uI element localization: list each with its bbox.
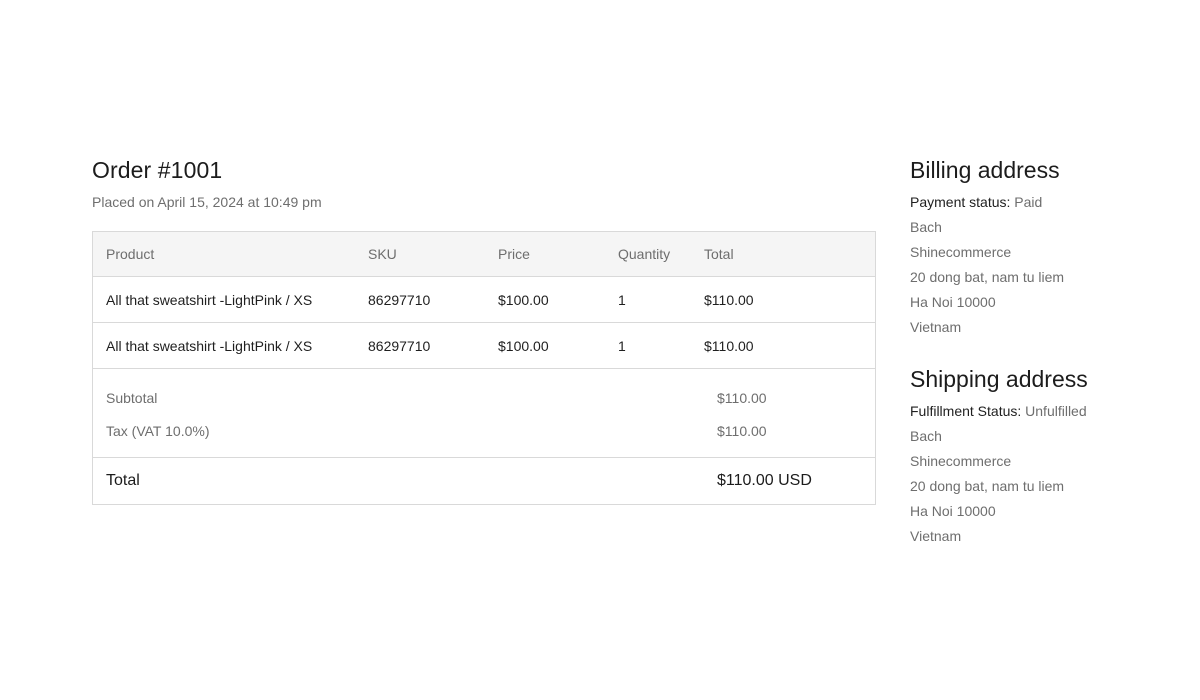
column-header-total: Total <box>704 246 734 262</box>
billing-address: Billing address Payment status: Paid Bac… <box>910 155 1180 340</box>
column-header-product: Product <box>106 246 155 262</box>
grand-total-row: Total $110.00 USD <box>93 458 875 504</box>
tax-label: Tax (VAT 10.0%) <box>106 422 210 439</box>
order-title: Order #1001 <box>92 157 223 183</box>
table-row: All that sweatshirt -LightPink / XS 8629… <box>93 323 875 369</box>
cell-price: $100.00 <box>498 337 549 354</box>
shipping-line-street: 20 dong bat, nam tu liem <box>910 478 1065 494</box>
billing-title: Billing address <box>910 157 1060 183</box>
subtotal-value: $110.00 <box>717 389 767 406</box>
subtotal-label: Subtotal <box>106 389 158 406</box>
payment-status: Payment status: Paid <box>910 190 1180 215</box>
cell-quantity: 1 <box>618 291 626 308</box>
grand-total-label: Total <box>106 472 140 489</box>
table-row: All that sweatshirt -LightPink / XS 8629… <box>93 277 875 323</box>
address-sidebar: Billing address Payment status: Paid Bac… <box>910 155 1180 549</box>
shipping-line-country: Vietnam <box>910 528 962 544</box>
cell-sku: 86297710 <box>368 291 431 308</box>
column-header-quantity: Quantity <box>618 246 671 262</box>
column-header-price: Price <box>498 246 530 262</box>
shipping-line-name: Bach <box>910 428 942 444</box>
fulfillment-status: Fulfillment Status: Unfulfilled <box>910 399 1180 424</box>
shipping-title: Shipping address <box>910 366 1088 392</box>
cell-product: All that sweatshirt -LightPink / XS <box>106 337 313 354</box>
billing-line-country: Vietnam <box>910 319 962 335</box>
subtotal-row: Subtotal $110.00 <box>93 381 875 414</box>
billing-line-city: Ha Noi 10000 <box>910 294 996 310</box>
cell-total: $110.00 <box>704 291 754 308</box>
order-page: Order #1001 Placed on April 15, 2024 at … <box>0 0 1200 700</box>
payment-status-value: Paid <box>1010 194 1043 210</box>
table-header: Product SKU Price Quantity Total <box>93 232 875 277</box>
order-summary: Subtotal $110.00 Tax (VAT 10.0%) $110.00 <box>93 369 875 458</box>
shipping-line-company: Shinecommerce <box>910 453 1012 469</box>
tax-value: $110.00 <box>717 422 767 439</box>
order-details: Order #1001 Placed on April 15, 2024 at … <box>92 155 876 505</box>
fulfillment-status-label: Fulfillment Status: <box>910 403 1022 419</box>
shipping-address: Shipping address Fulfillment Status: Unf… <box>910 364 1180 549</box>
column-header-sku: SKU <box>368 246 397 262</box>
billing-line-name: Bach <box>910 219 942 235</box>
payment-status-label: Payment status: <box>910 194 1011 210</box>
fulfillment-status-value: Unfulfilled <box>1021 403 1087 419</box>
billing-line-street: 20 dong bat, nam tu liem <box>910 269 1065 285</box>
order-placed-date: Placed on April 15, 2024 at 10:49 pm <box>92 194 322 210</box>
cell-price: $100.00 <box>498 291 549 308</box>
tax-row: Tax (VAT 10.0%) $110.00 <box>93 414 875 447</box>
grand-total-value: $110.00 USD <box>717 472 812 489</box>
billing-line-company: Shinecommerce <box>910 244 1012 260</box>
cell-sku: 86297710 <box>368 337 431 354</box>
cell-quantity: 1 <box>618 337 626 354</box>
cell-product: All that sweatshirt -LightPink / XS <box>106 291 313 308</box>
cell-total: $110.00 <box>704 337 754 354</box>
order-items-table: Product SKU Price Quantity Total All tha… <box>92 231 876 505</box>
shipping-line-city: Ha Noi 10000 <box>910 503 996 519</box>
